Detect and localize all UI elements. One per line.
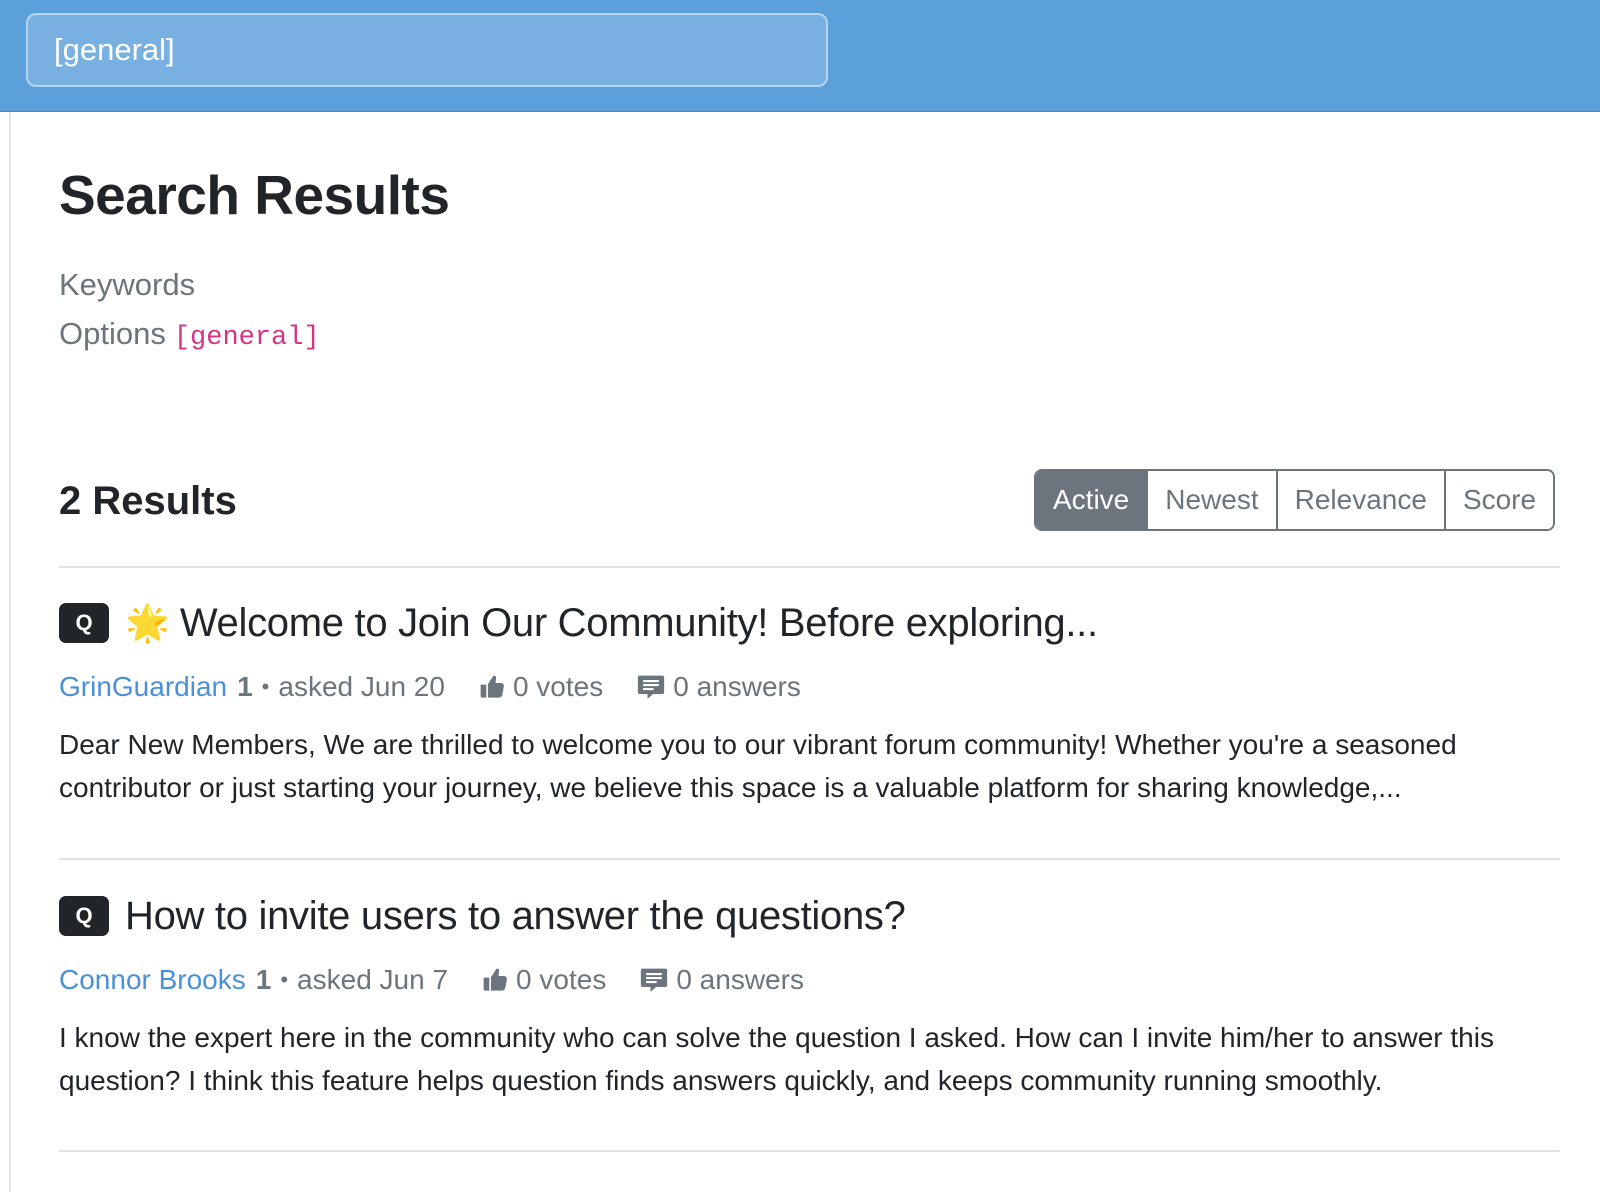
- thumbs-up-icon: [480, 675, 504, 698]
- asked-date: asked Jun 20: [278, 671, 445, 702]
- options-label: Options: [59, 316, 166, 351]
- author-link[interactable]: GrinGuardian: [59, 671, 227, 703]
- divider: [59, 1150, 1560, 1152]
- divider: [59, 858, 1560, 860]
- question-badge: Q: [59, 896, 109, 936]
- divider: [59, 566, 1560, 568]
- votes-count: 0 votes: [516, 964, 607, 995]
- question-title-link[interactable]: How to invite users to answer the questi…: [125, 894, 906, 939]
- answers-count: 0 answers: [673, 671, 801, 702]
- votes-stat: 0 votes: [479, 671, 603, 703]
- top-navbar: [0, 0, 1600, 112]
- author-reputation: 1: [237, 671, 253, 702]
- sort-button-group: Active Newest Relevance Score: [1034, 469, 1556, 531]
- comment-icon: [638, 675, 665, 699]
- options-line: Options [general]: [59, 314, 320, 358]
- keywords-line: Keywords: [59, 265, 195, 305]
- votes-stat: 0 votes: [482, 964, 606, 996]
- question-excerpt: I know the expert here in the community …: [59, 1022, 1494, 1096]
- answers-stat: 0 answers: [637, 671, 801, 703]
- result-item: Q 🌟 Welcome to Join Our Community! Befor…: [59, 593, 1560, 809]
- keywords-label: Keywords: [59, 267, 196, 302]
- answers-count: 0 answers: [676, 964, 804, 995]
- star-emoji: 🌟: [125, 602, 170, 643]
- question-title-link[interactable]: Welcome to Join Our Community! Before ex…: [180, 601, 1098, 646]
- result-item: Q How to invite users to answer the ques…: [59, 886, 1560, 1102]
- votes-count: 0 votes: [512, 671, 604, 702]
- sort-relevance-button[interactable]: Relevance: [1275, 471, 1444, 529]
- options-value: [general]: [173, 323, 320, 353]
- sort-active-button[interactable]: Active: [1036, 471, 1147, 529]
- thumbs-up-icon: [483, 968, 507, 991]
- separator-dot: •: [261, 674, 270, 699]
- left-border: [9, 112, 11, 1192]
- sort-newest-button[interactable]: Newest: [1146, 471, 1276, 529]
- answers-stat: 0 answers: [640, 964, 804, 996]
- author-reputation: 1: [255, 964, 272, 995]
- results-count: 2 Results: [59, 479, 237, 523]
- question-excerpt: Dear New Members, We are thrilled to wel…: [59, 729, 1457, 803]
- separator-dot: •: [280, 967, 289, 992]
- sort-score-button[interactable]: Score: [1443, 471, 1554, 529]
- search-input[interactable]: [26, 13, 828, 87]
- page-title: Search Results: [59, 164, 450, 226]
- asked-date: asked Jun 7: [297, 964, 449, 995]
- question-badge: Q: [59, 603, 109, 643]
- author-link[interactable]: Connor Brooks: [59, 964, 246, 996]
- comment-icon: [641, 968, 668, 992]
